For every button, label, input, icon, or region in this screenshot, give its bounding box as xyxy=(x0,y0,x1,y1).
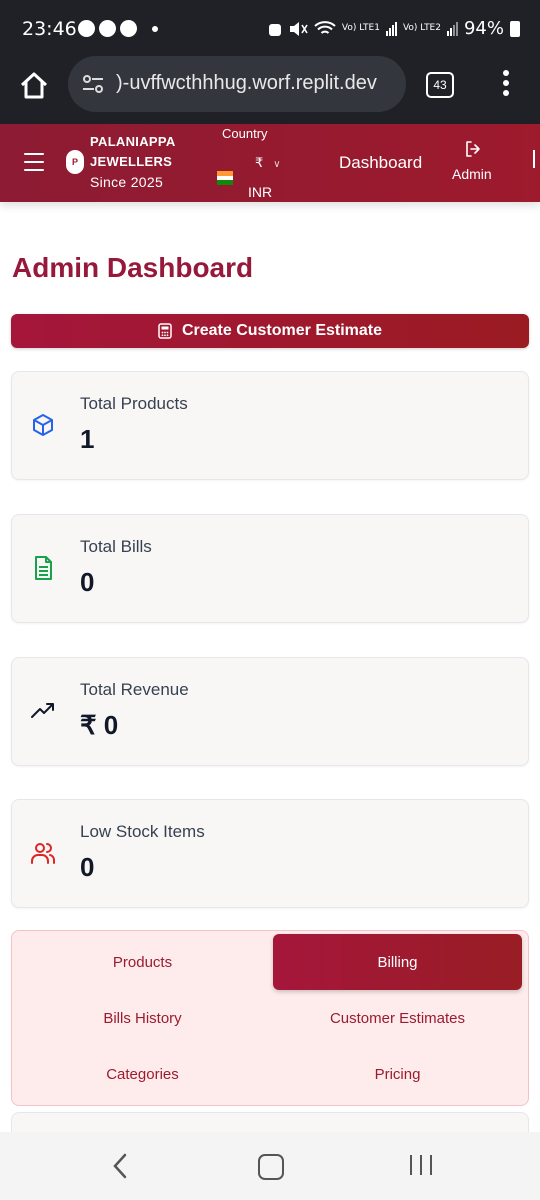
india-flag-icon xyxy=(217,171,233,185)
address-bar[interactable]: )-uvffwcthhhug.worf.replit.dev xyxy=(68,56,406,112)
mute-icon xyxy=(289,21,308,36)
stat-value: ₹ 0 xyxy=(80,710,119,740)
brand-since: Since 2025 xyxy=(90,174,164,190)
sim2-label: Vo) LTE2 xyxy=(402,23,441,33)
home-nav-icon[interactable] xyxy=(258,1154,284,1180)
notification-icons xyxy=(78,20,137,37)
menu-pricing[interactable]: Pricing xyxy=(273,1046,522,1102)
stat-label: Low Stock Items xyxy=(80,822,205,841)
stat-value: 1 xyxy=(80,424,95,454)
stat-label: Total Bills xyxy=(80,537,152,556)
stat-card-total-revenue: Total Revenue ₹ 0 xyxy=(11,657,529,766)
brand-name[interactable]: PALANIAPPA JEWELLERS Since 2025 xyxy=(90,132,176,192)
logout-icon[interactable] xyxy=(464,140,482,158)
home-icon[interactable] xyxy=(18,70,50,102)
menu-products[interactable]: Products xyxy=(18,934,267,990)
site-settings-icon[interactable] xyxy=(82,74,104,94)
back-icon[interactable] xyxy=(112,1152,128,1180)
document-icon xyxy=(35,556,52,580)
alarm-icon xyxy=(268,23,281,36)
hamburger-menu-icon[interactable] xyxy=(24,153,44,171)
currency-code: INR xyxy=(248,184,273,200)
status-bar: 23:46 Vo) LTE1 Vo) LTE2 94% xyxy=(0,0,540,56)
brand-logo[interactable]: P xyxy=(66,150,84,174)
browser-toolbar: )-uvffwcthhhug.worf.replit.dev 43 xyxy=(0,56,540,124)
sim1-label: Vo) LTE1 xyxy=(341,23,380,33)
chevron-down-icon: ∨ xyxy=(273,159,281,170)
admin-logout-button[interactable]: Admin xyxy=(452,166,492,182)
country-label: Country xyxy=(222,126,268,141)
stat-card-low-stock: Low Stock Items 0 xyxy=(11,799,529,908)
app-header: P PALANIAPPA JEWELLERS Since 2025 Countr… xyxy=(0,124,540,202)
phone-icon xyxy=(120,20,137,37)
status-right: Vo) LTE1 Vo) LTE2 94% xyxy=(268,18,520,39)
wifi-icon xyxy=(314,20,336,34)
menu-billing[interactable]: Billing xyxy=(273,934,522,990)
create-estimate-label: Create Customer Estimate xyxy=(181,322,383,339)
cube-icon xyxy=(33,414,53,436)
menu-bills-history[interactable]: Bills History xyxy=(18,990,267,1046)
users-icon xyxy=(31,843,55,864)
currency-select[interactable]: ₹ ∨ xyxy=(255,155,281,171)
currency-symbol: ₹ xyxy=(255,155,264,170)
battery-percent: 94% xyxy=(463,18,504,39)
signal-icon xyxy=(385,21,397,36)
calculator-icon xyxy=(158,323,172,339)
brand-line1: PALANIAPPA xyxy=(90,134,176,149)
trending-up-icon xyxy=(31,703,54,718)
brand-line2: JEWELLERS xyxy=(90,154,173,169)
menu-categories[interactable]: Categories xyxy=(18,1046,267,1102)
notification-icon xyxy=(99,20,116,37)
system-nav-bar xyxy=(0,1132,540,1200)
browser-menu-icon[interactable] xyxy=(500,70,512,100)
stat-card-total-products: Total Products 1 xyxy=(11,371,529,480)
stat-value: 0 xyxy=(80,567,95,597)
battery-icon xyxy=(510,20,520,37)
notification-icon xyxy=(78,20,95,37)
stat-label: Total Revenue xyxy=(80,680,189,699)
nav-dashboard-link[interactable]: Dashboard xyxy=(339,153,422,173)
tab-switcher-button[interactable]: 43 xyxy=(426,72,454,98)
menu-customer-estimates[interactable]: Customer Estimates xyxy=(273,990,522,1046)
more-notifications-dot xyxy=(152,26,158,32)
cart-icon[interactable] xyxy=(533,150,540,168)
page-title: Admin Dashboard xyxy=(12,252,254,283)
recent-apps-icon[interactable] xyxy=(410,1155,432,1177)
url-text[interactable]: )-uvffwcthhhug.worf.replit.dev xyxy=(116,72,377,95)
stat-value: 0 xyxy=(80,852,95,882)
create-estimate-button[interactable]: Create Customer Estimate xyxy=(11,314,529,348)
stat-card-total-bills: Total Bills 0 xyxy=(11,514,529,623)
status-time: 23:46 xyxy=(22,18,77,40)
signal-icon xyxy=(446,21,458,36)
stat-label: Total Products xyxy=(80,394,188,413)
admin-menu-panel: Products Billing Bills History Customer … xyxy=(11,930,529,1106)
